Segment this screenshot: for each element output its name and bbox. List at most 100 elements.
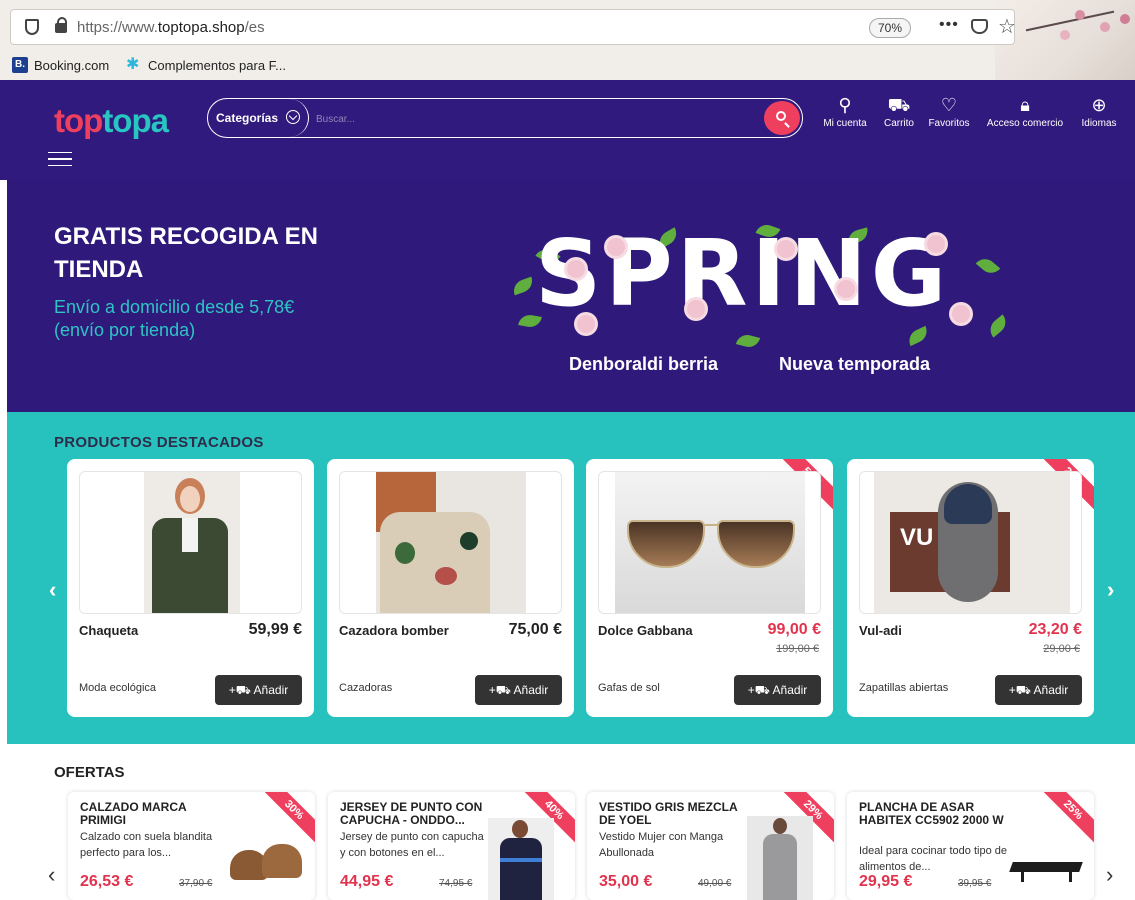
- cart-plus-icon: +⛟: [1008, 683, 1034, 697]
- offer-old-price: 37,90 €: [179, 878, 213, 889]
- cart-link[interactable]: ⛟ Carrito: [879, 94, 919, 129]
- offer-old-price: 74,95 €: [439, 878, 473, 889]
- grill-leg: [1021, 872, 1024, 882]
- leaf-decoration: [735, 332, 761, 350]
- offer-description: Ideal para cocinar todo tipo de alimento…: [859, 845, 1007, 873]
- leaf-decoration: [975, 254, 1001, 278]
- page-actions-menu-icon[interactable]: •••: [939, 16, 959, 34]
- product-category[interactable]: Cazadoras: [339, 682, 392, 694]
- pocket-icon[interactable]: [971, 19, 988, 34]
- offer-price: 29,95 €: [859, 873, 913, 890]
- user-icon: ⚲: [838, 95, 852, 115]
- offer-description: Calzado con suela blandita perfecto para…: [80, 831, 213, 859]
- leaf-decoration: [985, 314, 1011, 338]
- languages-link[interactable]: ⊕ Idiomas: [1076, 94, 1122, 129]
- offer-title[interactable]: PLANCHA DE ASAR HABITEX CC5902 2000 W: [859, 801, 1009, 827]
- offer-card[interactable]: 30% CALZADO MARCA PRIMIGI Calzado con su…: [68, 792, 315, 900]
- add-to-cart-button[interactable]: +⛟ Añadir: [215, 675, 302, 705]
- my-account-link[interactable]: ⚲ Mi cuenta: [819, 94, 871, 129]
- product-image[interactable]: VU: [859, 471, 1082, 614]
- product-price: 23,20 €: [1028, 621, 1082, 638]
- flower-decoration: [577, 315, 595, 333]
- zoom-level[interactable]: 70%: [869, 18, 912, 38]
- favorites-link[interactable]: ♡ Favoritos: [925, 94, 973, 129]
- offer-card[interactable]: 25% PLANCHA DE ASAR HABITEX CC5902 2000 …: [847, 792, 1094, 900]
- add-to-cart-button[interactable]: +⛟ Añadir: [995, 675, 1082, 705]
- grill-plate: [1009, 862, 1083, 872]
- offer-card[interactable]: 40% JERSEY DE PUNTO CON CAPUCHA - ONDDO.…: [328, 792, 575, 900]
- floral-pattern: [435, 567, 457, 585]
- hamburger-menu-icon[interactable]: [48, 152, 72, 166]
- browser-chrome: https://www.toptopa.shop/es 70% ••• ☆ B.…: [0, 0, 1135, 80]
- address-bar[interactable]: https://www.toptopa.shop/es 70% ••• ☆: [10, 9, 1016, 45]
- merchant-access-link[interactable]: 🔒︎ Acceso comercio: [982, 94, 1068, 129]
- cart-plus-icon: +⛟: [228, 683, 254, 697]
- site-logo[interactable]: toptopa: [54, 102, 169, 140]
- bookmark-booking[interactable]: B. Booking.com: [12, 57, 109, 73]
- product-name[interactable]: Dolce Gabbana: [598, 623, 693, 638]
- leaf-decoration: [510, 276, 536, 296]
- flower-decoration: [567, 260, 585, 278]
- add-to-cart-button[interactable]: +⛟ Añadir: [475, 675, 562, 705]
- navy-hoodie: [500, 838, 542, 900]
- offer-old-price: 49,00 €: [698, 878, 732, 889]
- offer-title[interactable]: VESTIDO GRIS MEZCLA DE YOEL: [599, 801, 749, 827]
- product-image[interactable]: [598, 471, 821, 614]
- product-card[interactable]: 50% Dolce Gabbana 99,00 € 199,00 € Gafas…: [586, 459, 833, 717]
- offer-image[interactable]: [747, 810, 825, 900]
- offers-prev-arrow-icon[interactable]: ‹: [48, 862, 55, 888]
- offer-card[interactable]: 29% VESTIDO GRIS MEZCLA DE YOEL Vestido …: [587, 792, 834, 900]
- hero-banner[interactable]: GRATIS RECOGIDA EN TIENDA Envío a domici…: [7, 180, 1135, 412]
- search-input[interactable]: [316, 110, 746, 128]
- globe-icon: ⊕: [1091, 95, 1107, 115]
- product-card[interactable]: Cazadora bomber 75,00 € Cazadoras +⛟ Aña…: [327, 459, 574, 717]
- product-category[interactable]: Moda ecológica: [79, 682, 156, 694]
- tracking-shield-icon[interactable]: [25, 19, 39, 35]
- add-to-cart-button[interactable]: +⛟ Añadir: [734, 675, 821, 705]
- featured-products-section: PRODUCTOS DESTACADOS ‹ › Chaqueta 59,99 …: [7, 412, 1135, 744]
- url-text[interactable]: https://www.toptopa.shop/es: [77, 19, 265, 36]
- product-card[interactable]: 20% VU Vul-adi 23,20 € 29,00 € Zapatilla…: [847, 459, 1094, 717]
- floral-bomber-jacket: [380, 512, 490, 613]
- bookmark-star-icon[interactable]: ☆: [998, 14, 1016, 39]
- chevron-down-icon: [286, 110, 300, 124]
- link-label: Mi cuenta: [823, 118, 867, 129]
- product-name[interactable]: Vul-adi: [859, 623, 902, 638]
- offer-description: Jersey de punto con capucha y con botone…: [340, 831, 484, 859]
- heart-icon: ♡: [940, 95, 958, 115]
- theme-decoration: [995, 0, 1135, 80]
- product-image[interactable]: [339, 471, 562, 614]
- offer-description: Vestido Mujer con Manga Abullonada: [599, 831, 724, 859]
- grill-leg: [1069, 872, 1072, 882]
- product-name[interactable]: Cazadora bomber: [339, 623, 449, 638]
- search-button[interactable]: [764, 101, 800, 135]
- floral-pattern: [395, 542, 415, 564]
- carousel-next-arrow-icon[interactable]: ›: [1107, 577, 1114, 603]
- link-label: Carrito: [883, 118, 914, 129]
- grey-dress: [763, 834, 797, 900]
- offers-next-arrow-icon[interactable]: ›: [1106, 862, 1113, 888]
- offer-image[interactable]: [1007, 810, 1085, 896]
- flower-decoration: [927, 235, 945, 253]
- product-old-price: 29,00 €: [1043, 643, 1080, 655]
- carousel-prev-arrow-icon[interactable]: ‹: [49, 577, 56, 603]
- product-name[interactable]: Chaqueta: [79, 623, 138, 638]
- product-card[interactable]: Chaqueta 59,99 € Moda ecológica +⛟ Añadi…: [67, 459, 314, 717]
- product-category[interactable]: Gafas de sol: [598, 682, 660, 694]
- offer-title[interactable]: JERSEY DE PUNTO CON CAPUCHA - ONDDO...: [340, 801, 490, 827]
- product-image[interactable]: [79, 471, 302, 614]
- section-title: PRODUCTOS DESTACADOS: [54, 434, 264, 451]
- bookmark-complementos[interactable]: ✱ Complementos para F...: [126, 57, 286, 73]
- offer-title[interactable]: CALZADO MARCA PRIMIGI: [80, 801, 230, 827]
- offer-image[interactable]: [228, 810, 306, 896]
- product-category[interactable]: Zapatillas abiertas: [859, 682, 948, 694]
- categories-dropdown[interactable]: Categorías: [208, 99, 309, 137]
- offer-price: 44,95 €: [340, 873, 394, 890]
- hoodie-stripe: [500, 858, 542, 862]
- secure-lock-icon[interactable]: [55, 17, 67, 33]
- flower-decoration: [952, 305, 970, 323]
- bookmark-label: Complementos para F...: [148, 57, 287, 73]
- offer-image[interactable]: [488, 810, 566, 900]
- spring-banner-artwork: SPRING Denboraldi berria Nueva temporada: [507, 220, 1017, 380]
- box-logo: VU: [900, 524, 934, 551]
